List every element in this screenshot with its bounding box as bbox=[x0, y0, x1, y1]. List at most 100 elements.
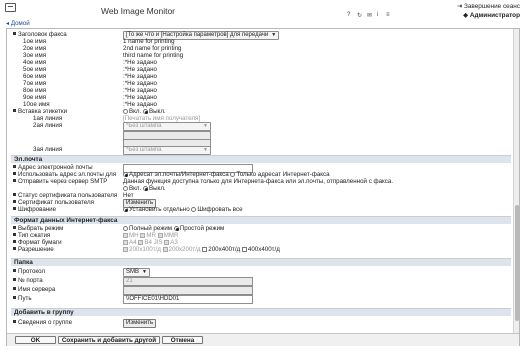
app-title: Web Image Monitor bbox=[101, 6, 176, 16]
enc-all-text: Шифровать все bbox=[197, 206, 243, 213]
bullet bbox=[13, 247, 16, 250]
bullet bbox=[13, 207, 16, 210]
use-ifax-only-text: Только адресат Интернет-факса bbox=[236, 171, 330, 178]
comp-mh-text: MH bbox=[129, 232, 139, 239]
port-input[interactable]: 21 bbox=[123, 277, 253, 286]
res-400x400-checkbox[interactable] bbox=[241, 247, 247, 252]
cancel-button[interactable]: Отмена bbox=[162, 336, 203, 344]
res-200x100-checkbox[interactable] bbox=[123, 247, 128, 252]
line2-select[interactable]: *Без штампа ▼ bbox=[123, 122, 211, 131]
bullet bbox=[13, 320, 16, 323]
name-label: 9ое имя bbox=[23, 94, 47, 101]
bullet bbox=[13, 32, 16, 35]
cert-status-label: Статус сертификата пользователя bbox=[18, 192, 118, 199]
chevron-down-icon: ▼ bbox=[203, 123, 208, 129]
comp-mr-checkbox[interactable] bbox=[140, 233, 146, 238]
res-200x400-checkbox[interactable] bbox=[202, 247, 208, 252]
chevron-down-icon: ▼ bbox=[142, 269, 147, 275]
name-label: 3ое имя bbox=[23, 52, 47, 59]
menu-icon[interactable]: ≡ bbox=[386, 12, 390, 18]
logout-link[interactable]: Завершение сеанс bbox=[464, 3, 520, 10]
admin-label: Администратор bbox=[469, 12, 520, 19]
paper-b4-checkbox[interactable] bbox=[138, 240, 144, 245]
bullet bbox=[13, 165, 16, 168]
email-section-header: Эл.почта bbox=[11, 155, 511, 163]
line3-select-value: *Без штампа bbox=[126, 147, 162, 153]
mode-full-text: Полный режим bbox=[129, 225, 173, 232]
paper-a3-checkbox[interactable] bbox=[164, 240, 170, 245]
line2-select-value: *Без штампа bbox=[126, 123, 162, 129]
name-label: 7ое имя bbox=[23, 80, 47, 87]
comp-mmr-text: MMR bbox=[163, 232, 179, 239]
bullet bbox=[13, 278, 16, 281]
path-label: Путь bbox=[18, 295, 32, 302]
name-label: 6ое имя bbox=[23, 73, 47, 80]
comp-mh-checkbox[interactable] bbox=[123, 233, 128, 238]
bell-icon[interactable]: ✉ bbox=[367, 12, 372, 19]
line3-row: 3ая линия *Без штампа ▼ bbox=[33, 146, 211, 155]
resolution-label: Разрешение bbox=[18, 246, 54, 253]
label-off-text: Выкл. bbox=[148, 108, 166, 115]
refresh-icon[interactable]: ↻ bbox=[357, 12, 362, 19]
fax-header-label: Заголовок факса bbox=[18, 31, 67, 38]
scrollbar-thumb[interactable] bbox=[515, 205, 519, 321]
vertical-scrollbar[interactable] bbox=[513, 29, 519, 333]
label-off-radio[interactable] bbox=[142, 109, 148, 114]
protocol-select[interactable]: SMB ▼ bbox=[123, 268, 150, 277]
user-area: ⇥ Завершение сеанс ◆ Администратор bbox=[457, 2, 520, 19]
smtp-label: Отправить через сервер SMTP bbox=[18, 178, 108, 185]
folder-section-header: Папка bbox=[11, 258, 511, 266]
app-logo-icon bbox=[5, 3, 16, 12]
enc-individual-text: Установить отдельно bbox=[129, 206, 190, 213]
server-label: Имя сервера bbox=[18, 286, 56, 293]
comp-mmr-checkbox[interactable] bbox=[157, 233, 163, 238]
bullet bbox=[13, 287, 16, 290]
res-400x400-text: 400x400т/д bbox=[247, 246, 280, 253]
smtp-off-radio[interactable] bbox=[142, 186, 148, 191]
res-200x200-text: 200x200т/д bbox=[168, 246, 201, 253]
res-200x200-checkbox[interactable] bbox=[162, 247, 168, 252]
user-icon: ◆ bbox=[463, 12, 470, 19]
save-and-add-button[interactable]: Сохранить и добавить другой bbox=[58, 336, 160, 344]
home-link-label[interactable]: Домой bbox=[11, 20, 30, 27]
line1-value: [Печатать имя получателя] bbox=[123, 115, 201, 122]
paper-a4-checkbox[interactable] bbox=[123, 240, 128, 245]
label-on-radio[interactable] bbox=[123, 109, 128, 114]
chevron-down-icon: ▼ bbox=[271, 32, 277, 38]
home-link[interactable]: ◂ Домой bbox=[6, 20, 30, 27]
ok-button[interactable]: OK bbox=[15, 336, 56, 344]
port-label: № порта bbox=[18, 277, 43, 284]
use-address-label: Использовать адрес эл.почты для bbox=[18, 171, 117, 178]
compression-label: Тип сжатия bbox=[18, 232, 51, 239]
use-fax-email-radio[interactable] bbox=[123, 172, 128, 177]
bullet bbox=[13, 296, 16, 299]
line2-row: 2ая линия *Без штампа ▼ bbox=[33, 122, 211, 131]
bullet bbox=[13, 109, 16, 112]
info-icon[interactable]: i bbox=[377, 12, 378, 18]
group-change-button[interactable]: Изменить bbox=[123, 319, 157, 328]
path-input[interactable]: \\OFFICE01\HDD01 bbox=[123, 295, 253, 304]
top-bar: Web Image Monitor ⇥ Завершение сеанс ◆ А… bbox=[0, 0, 530, 20]
comp-mr-text: MR bbox=[146, 232, 156, 239]
paper-label: Формат бумаги bbox=[18, 239, 62, 246]
email-address-label: Адрес электронной почты bbox=[18, 164, 93, 171]
enc-all-radio[interactable] bbox=[191, 207, 197, 212]
res-200x400-text: 200x400т/д bbox=[208, 246, 241, 253]
mode-full-radio[interactable] bbox=[123, 226, 128, 231]
use-ifax-only-radio[interactable] bbox=[230, 172, 236, 177]
res-200x100-text: 200x100т/д bbox=[129, 246, 161, 253]
user-cert-label: Сертификат пользователя bbox=[18, 199, 94, 206]
help-icon[interactable]: ? bbox=[347, 12, 350, 18]
server-input[interactable] bbox=[123, 286, 253, 295]
paper-a3-text: A3 bbox=[170, 239, 178, 246]
bullet bbox=[13, 269, 16, 272]
mode-simple-text: Простой режим bbox=[179, 225, 225, 232]
mode-simple-radio[interactable] bbox=[173, 226, 179, 231]
line3-select[interactable]: *Без штампа ▼ bbox=[123, 146, 211, 155]
smtp-on-radio[interactable] bbox=[123, 186, 128, 191]
bullet bbox=[13, 172, 16, 175]
enc-individual-radio[interactable] bbox=[123, 207, 128, 212]
logout-icon[interactable]: ⇥ bbox=[457, 3, 464, 10]
bullet bbox=[13, 240, 16, 243]
label-insert-label: Вставка этикетки bbox=[18, 108, 68, 115]
